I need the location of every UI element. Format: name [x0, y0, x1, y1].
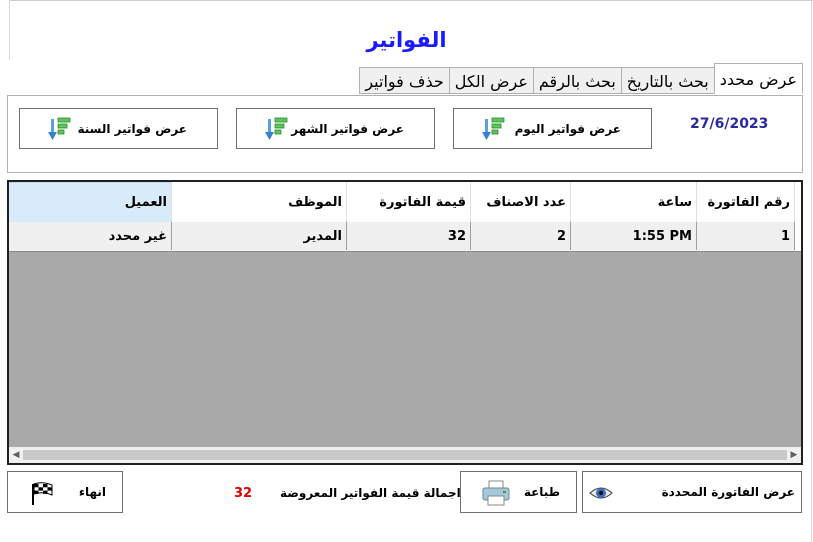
column-header-items-count[interactable]: عدد الاصناف: [471, 182, 571, 222]
month-invoices-button[interactable]: عرض فواتير الشهر: [236, 108, 435, 149]
window-top-border: [9, 0, 813, 1]
column-header-invoice-value[interactable]: قيمة الفاتورة: [347, 182, 471, 222]
cell-customer[interactable]: غير محدد: [9, 222, 172, 250]
scroll-right-icon[interactable]: ▶: [787, 447, 801, 463]
print-button[interactable]: طباعة: [460, 471, 577, 513]
tab-delete-invoices[interactable]: حذف فواتير: [359, 67, 450, 94]
sort-descending-icon: [265, 117, 288, 140]
view-selected-invoice-label: عرض الفاتورة المحددة: [661, 485, 795, 499]
sort-descending-icon: [48, 117, 71, 140]
tab-search-by-date[interactable]: بحث بالتاريخ: [620, 67, 715, 94]
cell-invoice-value[interactable]: 32: [347, 222, 471, 250]
checkered-flag-icon: [32, 482, 53, 505]
column-header-employee[interactable]: الموظف: [172, 182, 347, 222]
view-selected-invoice-button[interactable]: عرض الفاتورة المحددة: [582, 471, 802, 513]
page-title: الفواتير: [366, 28, 447, 52]
month-invoices-label: عرض فواتير الشهر: [291, 121, 404, 136]
tab-view-all[interactable]: عرض الكل: [448, 67, 534, 94]
cell-invoice-number[interactable]: 1: [697, 222, 795, 250]
sort-descending-icon: [482, 117, 505, 140]
year-invoices-button[interactable]: عرض فواتير السنة: [19, 108, 218, 149]
year-invoices-label: عرض فواتير السنة: [77, 121, 187, 136]
window-right-border: [811, 0, 812, 542]
exit-button[interactable]: انهاء: [7, 471, 123, 513]
total-value: 32: [234, 486, 253, 501]
row-header: [795, 182, 801, 251]
exit-label: انهاء: [78, 485, 106, 499]
column-header-customer[interactable]: العميل: [9, 182, 172, 222]
today-invoices-button[interactable]: عرض فواتير اليوم: [453, 108, 652, 149]
printer-icon: [482, 480, 510, 506]
scroll-left-icon[interactable]: ◀: [9, 447, 23, 463]
horizontal-scrollbar[interactable]: ◀ ▶: [9, 447, 801, 463]
column-header-invoice-number[interactable]: رقم الفاتورة: [697, 182, 795, 222]
table-row[interactable]: 1 1:55 PM 2 32 المدير غير محدد: [9, 222, 801, 252]
scrollbar-thumb[interactable]: [23, 450, 787, 460]
grid-header: رقم الفاتورة ساعة عدد الاصناف قيمة الفات…: [9, 182, 801, 222]
cell-employee[interactable]: المدير: [172, 222, 347, 250]
current-date: 27/6/2023: [690, 116, 769, 132]
tab-bar: عرض محدد بحث بالتاريخ بحث بالرقم عرض الك…: [359, 63, 803, 94]
cell-items-count[interactable]: 2: [471, 222, 571, 250]
invoices-grid[interactable]: رقم الفاتورة ساعة عدد الاصناف قيمة الفات…: [7, 180, 803, 465]
column-header-time[interactable]: ساعة: [571, 182, 697, 222]
tab-specific-view[interactable]: عرض محدد: [713, 63, 803, 94]
total-label: اجمالة قيمة الفواتير المعروضة: [280, 486, 461, 500]
tab-search-by-number[interactable]: بحث بالرقم: [532, 67, 622, 94]
eye-icon: [589, 487, 613, 499]
today-invoices-label: عرض فواتير اليوم: [514, 121, 621, 136]
print-label: طباعة: [523, 485, 560, 499]
cell-time[interactable]: 1:55 PM: [571, 222, 697, 250]
